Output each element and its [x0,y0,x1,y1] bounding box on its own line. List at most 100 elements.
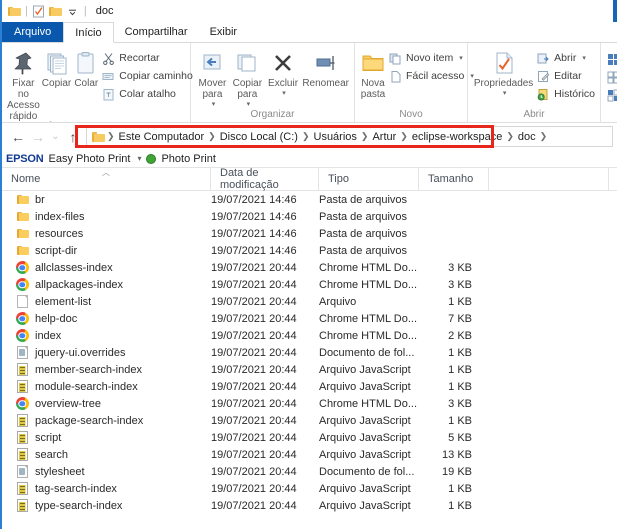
table-row[interactable]: member-search-index 19/07/2021 20:44 Arqui… [2,361,617,378]
paste-shortcut-button[interactable]: Colar atalho [101,86,193,102]
file-name-cell[interactable]: allpackages-index [2,278,211,292]
breadcrumb-separator[interactable]: ❯ [399,131,409,142]
new-folder-icon[interactable] [49,4,63,18]
new-item-button[interactable]: Novo item ▾ [388,50,474,66]
copy-path-button[interactable]: Copiar caminho [101,68,193,84]
table-row[interactable]: overview-tree 19/07/2021 20:44 Chrome HTML… [2,395,617,412]
breadcrumb-item-5[interactable]: doc [515,131,539,143]
customize-dropdown-icon[interactable] [66,4,80,18]
table-row[interactable]: package-search-index 19/07/2021 20:44 Arqu… [2,412,617,429]
file-name-cell[interactable]: script [2,431,211,445]
copy-to-button[interactable]: Copiar para ▾ [231,46,264,108]
file-name-cell[interactable]: allclasses-index [2,261,211,275]
breadcrumb-separator[interactable]: ❯ [505,131,515,142]
cut-button[interactable]: Recortar [101,50,193,66]
recent-locations-chevron-icon[interactable]: ⌄ [48,127,63,147]
column-header-nome[interactable]: ︿ Nome [2,168,211,190]
paste-button[interactable]: Colar [73,46,99,89]
file-name-cell[interactable]: help-doc [2,312,211,326]
breadcrumb-item-1[interactable]: Disco Local (C:) [217,131,301,143]
file-name-label: allclasses-index [35,261,113,274]
table-row[interactable]: script 19/07/2021 20:44 Arquivo JavaScript… [2,429,617,446]
column-header-tipo[interactable]: Tipo [319,168,419,190]
easy-access-button[interactable]: Fácil acesso ▾ [388,68,474,84]
file-name-cell[interactable]: search [2,448,211,462]
file-name-cell[interactable]: package-search-index [2,414,211,428]
table-row[interactable]: help-doc 19/07/2021 20:44 Chrome HTML Do..… [2,310,617,327]
file-name-cell[interactable]: type-search-index [2,499,211,513]
file-list[interactable]: br 19/07/2021 14:46 Pasta de arquivos index… [2,191,617,529]
tab-arquivo[interactable]: Arquivo [2,22,64,42]
easy-photo-print-button[interactable]: Easy Photo Print [49,153,131,165]
move-to-caret-icon[interactable]: ▾ [212,100,216,108]
breadcrumb-separator[interactable]: ❯ [207,131,217,142]
clear-selection-button[interactable]: Limpar seleção [606,69,617,85]
column-header-data-modificacao[interactable]: Data de modificação [211,167,319,191]
delete-caret-icon[interactable]: ▾ [282,89,286,97]
column-header-spacer[interactable] [489,168,609,190]
file-name-cell[interactable]: tag-search-index [2,482,211,496]
table-row[interactable]: element-list 19/07/2021 20:44 Arquivo 1 KB [2,293,617,310]
properties-caret-icon[interactable]: ▾ [503,89,507,97]
file-name-cell[interactable]: module-search-index [2,380,211,394]
invert-selection-button[interactable]: Inverter seleção [606,87,617,103]
table-row[interactable]: module-search-index 19/07/2021 20:44 Arqui… [2,378,617,395]
breadcrumb-separator[interactable]: ❯ [360,131,370,142]
forward-arrow-icon[interactable]: → [28,127,48,147]
file-name-cell[interactable]: jquery-ui.overrides [2,346,211,360]
table-row[interactable]: search 19/07/2021 20:44 Arquivo JavaScript… [2,446,617,463]
new-item-caret-icon[interactable]: ▾ [459,54,463,62]
tab-exibir[interactable]: Exibir [199,22,249,42]
select-all-button[interactable]: Selecionar tudo [606,51,617,67]
up-arrow-icon[interactable]: ↑ [63,127,83,147]
delete-button[interactable]: Excluir ▾ [266,46,301,97]
new-folder-button[interactable]: Nova pasta [360,46,386,100]
photo-print-button[interactable]: Photo Print [161,153,215,165]
breadcrumb-separator[interactable]: ❯ [301,131,311,142]
pin-to-quick-access-button[interactable]: Fixar no Acesso rápido [7,46,40,122]
table-row[interactable]: index-files 19/07/2021 14:46 Pasta de arqu… [2,208,617,225]
properties-button[interactable]: Propriedades ▾ [473,46,534,97]
file-name-cell[interactable]: script-dir [2,244,211,258]
breadcrumb-item-2[interactable]: Usuários [311,131,360,143]
breadcrumb-separator[interactable]: ❯ [539,131,549,142]
copy-button[interactable]: Copiar [42,46,71,89]
table-row[interactable]: allpackages-index 19/07/2021 20:44 Chrome … [2,276,617,293]
table-row[interactable]: stylesheet 19/07/2021 20:44 Documento de f… [2,463,617,480]
copy-to-caret-icon[interactable]: ▾ [247,100,251,108]
file-name-cell[interactable]: element-list [2,295,211,309]
open-caret-icon[interactable]: ▾ [582,54,586,62]
tab-inicio[interactable]: Início [63,22,114,43]
table-row[interactable]: jquery-ui.overrides 19/07/2021 20:44 Docum… [2,344,617,361]
file-name-cell[interactable]: stylesheet [2,465,211,479]
tab-compartilhar[interactable]: Compartilhar [114,22,199,42]
history-button[interactable]: Histórico [536,86,595,102]
table-row[interactable]: tag-search-index 19/07/2021 20:44 Arquivo … [2,480,617,497]
table-row[interactable]: script-dir 19/07/2021 14:46 Pasta de arqui… [2,242,617,259]
easy-photo-print-caret-icon[interactable]: ▾ [137,154,141,163]
back-arrow-icon[interactable]: ← [8,127,28,147]
breadcrumb-item-0[interactable]: Este Computador [116,131,208,143]
file-name-cell[interactable]: index [2,329,211,343]
file-name-cell[interactable]: member-search-index [2,363,211,377]
file-name-cell[interactable]: index-files [2,210,211,224]
file-name-cell[interactable]: br [2,193,211,207]
table-row[interactable]: resources 19/07/2021 14:46 Pasta de arquiv… [2,225,617,242]
breadcrumb-item-4[interactable]: eclipse-workspace [409,131,505,143]
breadcrumb-separator[interactable]: ❯ [106,131,116,142]
move-to-button[interactable]: Mover para ▾ [196,46,229,108]
column-header-tamanho[interactable]: Tamanho [419,168,489,190]
file-name-cell[interactable]: overview-tree [2,397,211,411]
table-row[interactable]: allclasses-index 19/07/2021 20:44 Chrome H… [2,259,617,276]
edit-button[interactable]: Editar [536,68,595,84]
properties-check-icon[interactable] [32,4,46,18]
open-button[interactable]: Abrir ▾ [536,50,595,66]
table-row[interactable]: br 19/07/2021 14:46 Pasta de arquivos [2,191,617,208]
breadcrumb-item-3[interactable]: Artur [369,131,399,143]
table-row[interactable]: index 19/07/2021 20:44 Chrome HTML Do... 2 … [2,327,617,344]
move-to-label: Mover para [198,78,227,100]
rename-button[interactable]: Renomear [302,46,349,89]
file-name-cell[interactable]: resources [2,227,211,241]
table-row[interactable]: type-search-index 19/07/2021 20:44 Arquivo… [2,497,617,514]
address-input[interactable]: ❯ Este Computador ❯ Disco Local (C:) ❯ U… [86,126,613,147]
